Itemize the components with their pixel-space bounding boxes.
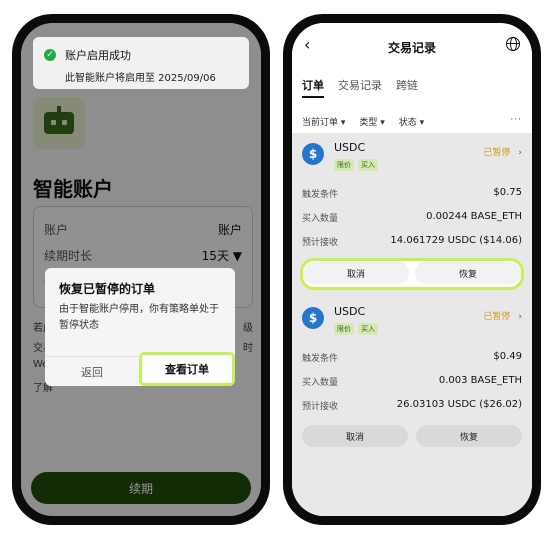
view-orders-button[interactable]: 查看订单 xyxy=(139,352,235,386)
tab-bar: 订单 交易记录 跨链 xyxy=(302,77,418,98)
quantity-label: 买入数量 xyxy=(302,378,339,388)
tab-orders[interactable]: 订单 xyxy=(302,77,324,98)
receive-label: 预计接收 xyxy=(302,402,339,412)
quantity-label: 买入数量 xyxy=(302,214,339,224)
order-card: $ USDC 限价 买入 已暂停 › 触发条件 $0.75 买入数量 0.0024… xyxy=(300,141,524,290)
order-tags: 限价 买入 xyxy=(334,323,378,335)
tag-limit: 限价 xyxy=(334,323,354,335)
tag-buy: 买入 xyxy=(358,159,378,171)
quantity-value: 0.003 BASE_ETH xyxy=(438,375,522,386)
globe-icon[interactable] xyxy=(506,37,520,51)
usdc-coin-icon: $ xyxy=(302,143,324,165)
left-screen: 智能账户 账户 账户 续期时长 15天 ▼ 4 若此 交易 We 了解 级 时 xyxy=(21,23,261,516)
filter-type[interactable]: 类型 ▾ xyxy=(359,115,384,128)
coin-name: USDC xyxy=(334,305,366,318)
receive-value: 26.03103 USDC ($26.02) xyxy=(396,399,522,410)
order-tags: 限价 买入 xyxy=(334,159,378,171)
cancel-button[interactable]: 取消 xyxy=(303,262,409,284)
receive-label: 预计接收 xyxy=(302,238,339,248)
trigger-row: 触发条件 $0.49 xyxy=(302,351,522,364)
status-badge[interactable]: 已暂停 › xyxy=(483,145,522,158)
page-title: 交易记录 xyxy=(387,41,436,55)
trigger-value: $0.75 xyxy=(493,187,522,198)
tab-cross-chain[interactable]: 跨链 xyxy=(396,77,418,98)
dialog-body: 由于智能账户停用，你有策略单处于暂停状态 xyxy=(59,304,219,331)
cancel-button[interactable]: 取消 xyxy=(302,425,408,447)
more-icon[interactable]: ··· xyxy=(510,115,522,128)
chevron-right-icon: › xyxy=(518,148,522,158)
tag-limit: 限价 xyxy=(334,159,354,171)
quantity-value: 0.00244 BASE_ETH xyxy=(426,211,522,222)
header: ‹ 交易记录 订单 交易记录 跨链 当前订单 ▾ 类型 ▾ 状态 ▾ ··· xyxy=(292,23,532,128)
filter-status[interactable]: 状态 ▾ xyxy=(399,115,424,128)
quantity-row: 买入数量 0.003 BASE_ETH xyxy=(302,375,522,388)
order-actions: 取消 恢复 xyxy=(300,258,524,290)
toast-title: 账户启用成功 xyxy=(65,49,131,62)
tag-buy: 买入 xyxy=(358,323,378,335)
order-card: $ USDC 限价 买入 已暂停 › 触发条件 $0.49 买入数量 0.003 … xyxy=(302,305,522,447)
resume-button[interactable]: 恢复 xyxy=(415,262,521,284)
chevron-right-icon: › xyxy=(518,312,522,322)
highlight-frame: 取消 恢复 xyxy=(300,258,524,290)
coin-name: USDC xyxy=(334,141,366,154)
status-badge[interactable]: 已暂停 › xyxy=(483,309,522,322)
check-circle-icon: ✓ xyxy=(44,49,56,61)
resume-dialog: 恢复已暂停的订单 由于智能账户停用，你有策略单处于暂停状态 返回 查看订单 xyxy=(45,268,235,386)
order-list: $ USDC 限价 买入 已暂停 › 触发条件 $0.75 买入数量 0.0024… xyxy=(292,133,532,516)
status-label: 已暂停 xyxy=(483,148,511,158)
right-screen: ‹ 交易记录 订单 交易记录 跨链 当前订单 ▾ 类型 ▾ 状态 ▾ ··· $… xyxy=(292,23,532,516)
receive-row: 预计接收 26.03103 USDC ($26.02) xyxy=(302,399,522,412)
right-phone: ‹ 交易记录 订单 交易记录 跨链 当前订单 ▾ 类型 ▾ 状态 ▾ ··· $… xyxy=(283,14,541,525)
order-actions: 取消 恢复 xyxy=(302,425,522,447)
receive-value: 14.061729 USDC ($14.06) xyxy=(390,235,522,246)
dialog-title: 恢复已暂停的订单 xyxy=(59,282,156,296)
toast-message: 此智能账户将启用至 2025/09/06 xyxy=(65,73,216,84)
trigger-row: 触发条件 $0.75 xyxy=(302,187,522,200)
usdc-coin-icon: $ xyxy=(302,307,324,329)
tab-trade-history[interactable]: 交易记录 xyxy=(338,77,382,98)
status-label: 已暂停 xyxy=(483,312,511,322)
quantity-row: 买入数量 0.00244 BASE_ETH xyxy=(302,211,522,224)
filter-current-orders[interactable]: 当前订单 ▾ xyxy=(302,115,345,128)
resume-button[interactable]: 恢复 xyxy=(416,425,522,447)
trigger-label: 触发条件 xyxy=(302,354,339,364)
receive-row: 预计接收 14.061729 USDC ($14.06) xyxy=(302,235,522,248)
back-button[interactable]: 返回 xyxy=(45,356,139,386)
filter-bar: 当前订单 ▾ 类型 ▾ 状态 ▾ ··· xyxy=(302,115,522,128)
trigger-label: 触发条件 xyxy=(302,190,339,200)
success-toast: ✓ 账户启用成功 此智能账户将启用至 2025/09/06 xyxy=(33,37,249,89)
left-phone: 智能账户 账户 账户 续期时长 15天 ▼ 4 若此 交易 We 了解 级 时 xyxy=(12,14,270,525)
trigger-value: $0.49 xyxy=(493,351,522,362)
